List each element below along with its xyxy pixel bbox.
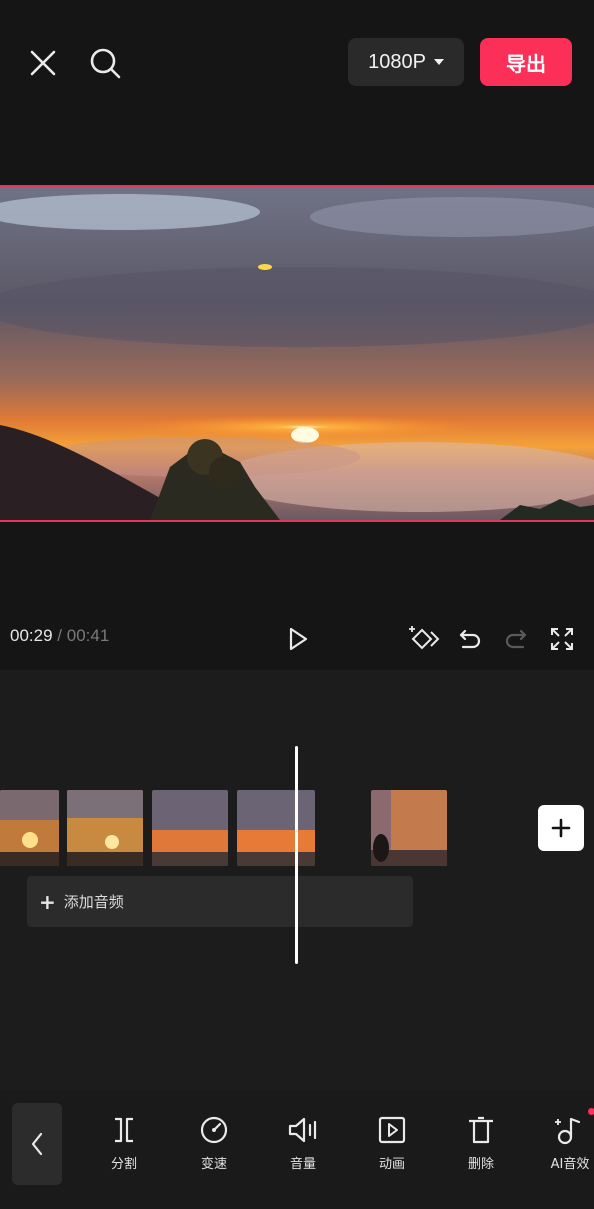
resolution-label: 1080P bbox=[368, 50, 426, 73]
tool-animation[interactable]: 动画 bbox=[356, 1115, 428, 1172]
video-preview[interactable] bbox=[0, 185, 594, 522]
tool-delete[interactable]: 删除 bbox=[445, 1115, 517, 1172]
tool-label: 动画 bbox=[378, 1157, 405, 1172]
undo-icon[interactable] bbox=[454, 623, 486, 655]
fullscreen-icon[interactable] bbox=[546, 623, 578, 655]
play-icon[interactable] bbox=[282, 623, 314, 655]
time-separator: / bbox=[57, 626, 63, 645]
tool-ai-sound-effect[interactable]: AI音效 bbox=[534, 1115, 594, 1172]
add-audio-label: 添加音频 bbox=[63, 893, 124, 911]
close-icon[interactable] bbox=[24, 44, 62, 82]
ai-sound-effect-icon bbox=[555, 1117, 581, 1145]
tool-speed[interactable]: 变速 bbox=[178, 1115, 250, 1172]
resolution-dropdown[interactable]: 1080P bbox=[348, 38, 464, 86]
add-audio-track[interactable]: + 添加音频 bbox=[27, 876, 413, 927]
tool-volume[interactable]: 音量 bbox=[267, 1115, 339, 1172]
plus-icon bbox=[551, 818, 571, 838]
tool-split[interactable]: 分割 bbox=[88, 1115, 160, 1172]
animation-icon bbox=[378, 1116, 406, 1144]
video-clip-thumbnail[interactable] bbox=[152, 790, 228, 866]
video-clip-thumbnail[interactable] bbox=[371, 790, 447, 866]
current-time: 00:29 bbox=[10, 626, 53, 645]
video-clip-thumbnail[interactable] bbox=[237, 790, 315, 866]
export-button[interactable]: 导出 bbox=[480, 38, 572, 86]
video-clip-thumbnail[interactable] bbox=[67, 790, 143, 866]
time-display: 00:29 / 00:41 bbox=[10, 626, 109, 646]
tool-label: 分割 bbox=[110, 1157, 137, 1172]
tool-label: 删除 bbox=[467, 1157, 494, 1172]
speed-icon bbox=[200, 1116, 228, 1144]
plus-icon: + bbox=[39, 889, 56, 914]
sunset-preview-image bbox=[0, 187, 594, 520]
split-icon bbox=[115, 1117, 133, 1143]
tool-label: AI音效 bbox=[550, 1157, 590, 1172]
tool-label: 变速 bbox=[200, 1157, 227, 1172]
caret-down-icon bbox=[433, 59, 444, 65]
tool-label: 音量 bbox=[289, 1157, 316, 1172]
search-icon[interactable] bbox=[86, 44, 124, 82]
back-button[interactable] bbox=[12, 1103, 62, 1185]
keyframe-icon[interactable] bbox=[406, 622, 440, 656]
playhead[interactable] bbox=[295, 746, 298, 964]
delete-icon bbox=[469, 1116, 493, 1144]
video-clip-thumbnail[interactable] bbox=[0, 790, 59, 866]
add-clip-button[interactable] bbox=[538, 805, 584, 851]
new-badge-dot bbox=[588, 1108, 594, 1115]
volume-icon bbox=[288, 1117, 317, 1143]
redo-icon[interactable] bbox=[500, 623, 532, 655]
chevron-left-icon bbox=[31, 1132, 43, 1156]
total-time: 00:41 bbox=[66, 626, 110, 645]
